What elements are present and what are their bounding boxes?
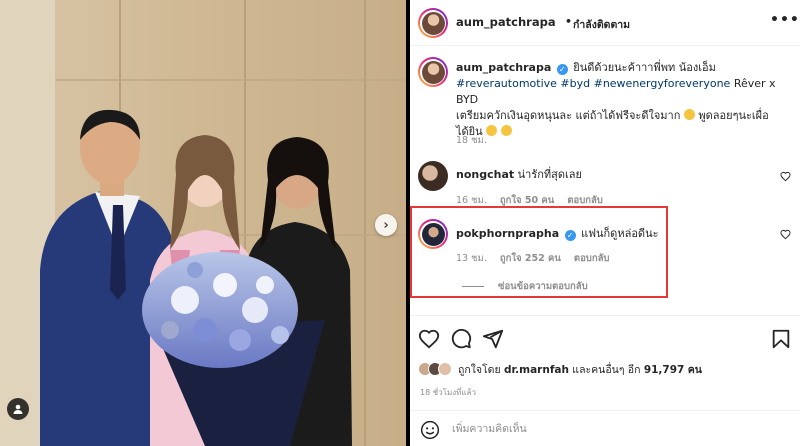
caption-time: 18 ชม.: [456, 135, 487, 146]
liker-username[interactable]: dr.marnfah: [504, 364, 569, 376]
share-send-icon[interactable]: [482, 328, 504, 350]
post-side-panel: aum_patchrapa • กำลังติดตาม ••• aum_patc…: [410, 0, 800, 446]
comment-avatar[interactable]: [418, 161, 448, 191]
comment-body: pokphornprapha ✓ แฟนก็ดูหล่อดีนะ: [456, 224, 659, 242]
likes-suffix: คน: [687, 363, 702, 376]
comment-text: แฟนก็ดูหล่อดีนะ: [581, 227, 659, 240]
comment-likes[interactable]: ถูกใจ 50 คน: [500, 195, 554, 206]
heart-eyes-emoji-icon: [486, 125, 498, 136]
author-username[interactable]: aum_patchrapa: [456, 15, 556, 29]
separator-dot: •: [565, 15, 573, 28]
comment-like-heart-icon[interactable]: [780, 229, 791, 240]
comment-username[interactable]: nongchat: [456, 168, 514, 181]
verified-badge-icon: ✓: [556, 64, 568, 75]
likes-text: ถูกใจโดย dr.marnfah และคนอื่นๆ อีก 91,79…: [458, 361, 702, 378]
hide-replies-button[interactable]: ซ่อนข้อความตอบกลับ: [462, 279, 588, 294]
comment-body: nongchat น่ารักที่สุดเลย: [456, 165, 582, 183]
chevron-right-icon: ›: [383, 217, 389, 233]
next-image-button[interactable]: ›: [375, 214, 397, 236]
comment-likes[interactable]: ถูกใจ 252 คน: [500, 253, 561, 264]
likes-mid: และคนอื่นๆ อีก: [572, 363, 641, 376]
comment-username[interactable]: pokphornprapha: [456, 227, 559, 240]
laughing-emoji-icon: [683, 109, 695, 120]
comment-bubble-icon[interactable]: [450, 328, 472, 350]
photo-illustration: [0, 0, 410, 446]
reply-button[interactable]: ตอบกลับ: [574, 253, 610, 264]
save-bookmark-icon[interactable]: [770, 328, 792, 350]
action-bar: [410, 315, 800, 361]
comment-avatar[interactable]: [418, 219, 448, 249]
post-caption: aum_patchrapa ✓ ยินดีด้วยนะค้าาาพี่พท น้…: [456, 60, 786, 140]
caption-username[interactable]: aum_patchrapa: [456, 61, 551, 74]
liker-avatar[interactable]: [438, 362, 452, 376]
verified-badge-icon: ✓: [564, 230, 576, 241]
caption-avatar[interactable]: [418, 57, 448, 87]
caption-hashtags[interactable]: #reverautomotive #byd #newenergyforevery…: [456, 77, 730, 90]
post-header: aum_patchrapa • กำลังติดตาม •••: [410, 0, 800, 46]
likes-prefix: ถูกใจโดย: [458, 363, 501, 376]
replies-divider: [462, 286, 484, 287]
post-timestamp: 18 ชั่วโมงที่แล้ว: [420, 388, 476, 397]
comment-time: 13 ชม.: [456, 253, 487, 264]
comment-time: 16 ชม.: [456, 195, 487, 206]
like-heart-icon[interactable]: [418, 328, 440, 350]
caption-text-1: ยินดีด้วยนะค้าาาพี่พท น้องเอ็ม: [573, 61, 716, 74]
user-tag-icon: [13, 404, 23, 414]
following-button[interactable]: กำลังติดตาม: [573, 16, 630, 33]
comment-input[interactable]: [452, 419, 752, 439]
caption-text-3: เตรียมควักเงินอุดหนุนละ แต่ถ้าได้ฟรีจะดี…: [456, 109, 681, 122]
comment-meta: 16 ชม. ถูกใจ 50 คน ตอบกลับ: [456, 193, 613, 208]
tagged-users-button[interactable]: [7, 398, 29, 420]
post-photo[interactable]: ›: [0, 0, 410, 446]
author-avatar[interactable]: [418, 8, 448, 38]
comment-meta: 13 ชม. ถูกใจ 252 คน ตอบกลับ: [456, 251, 619, 266]
reply-button[interactable]: ตอบกลับ: [567, 195, 603, 206]
likes-count[interactable]: 91,797: [644, 364, 685, 376]
comment-text: น่ารักที่สุดเลย: [517, 168, 582, 181]
comment-like-heart-icon[interactable]: [780, 171, 791, 182]
add-comment-bar: [410, 410, 800, 446]
likes-summary: ถูกใจโดย dr.marnfah และคนอื่นๆ อีก 91,79…: [418, 360, 798, 378]
hide-replies-label: ซ่อนข้อความตอบกลับ: [498, 281, 588, 292]
wink-emoji-icon: [500, 125, 512, 136]
emoji-smile-icon[interactable]: [420, 420, 440, 440]
more-options-icon[interactable]: •••: [770, 12, 800, 28]
